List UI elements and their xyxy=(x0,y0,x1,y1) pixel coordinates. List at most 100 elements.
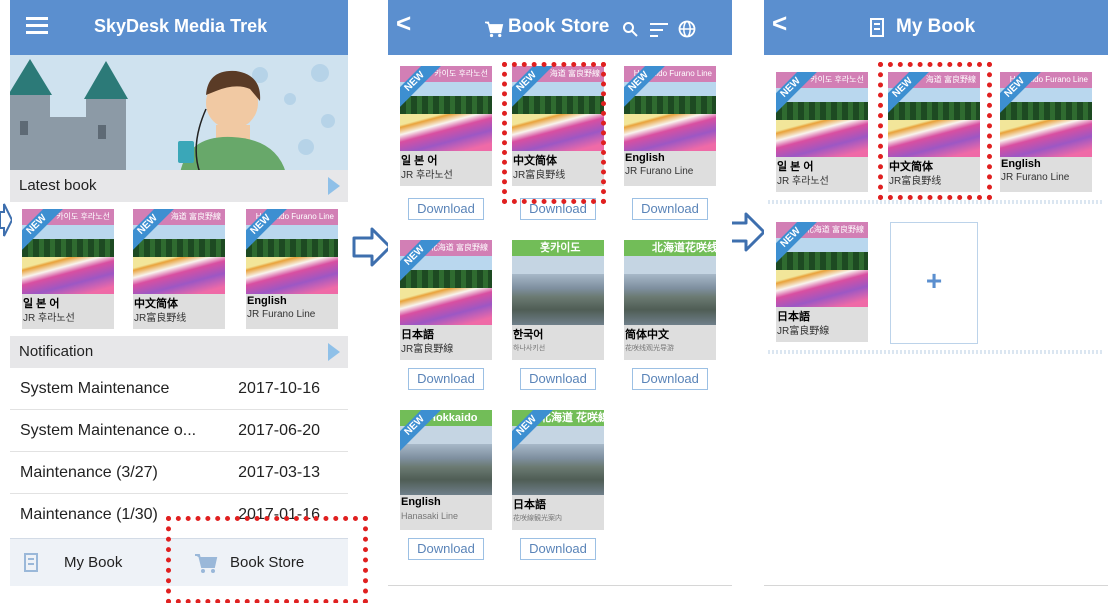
store-book-korean[interactable]: 카이도 후라노선 NEW 일 본 어 JR 후라노선 xyxy=(400,66,492,186)
book-cover-image: 카이도 후라노선 NEW xyxy=(22,209,114,294)
book-cover-image: Hokkaido NEW xyxy=(400,410,492,495)
book-subtitle: JR富良野线 xyxy=(134,313,187,324)
book-cover-image: Hokkaido Furano Line NEW xyxy=(1000,72,1092,157)
book-cover-image: Hokkaido Furano Line NEW xyxy=(624,66,716,151)
notification-title: System Maintenance xyxy=(20,380,170,397)
cover-title: 北海道花咲线 xyxy=(624,240,716,256)
app-header: SkyDesk Media Trek xyxy=(10,0,348,55)
notification-row[interactable]: System Maintenance o... 2017-06-20 xyxy=(10,410,348,452)
add-book-button[interactable]: + xyxy=(890,222,978,344)
book-store-tab-highlight xyxy=(166,516,368,603)
book-title: English xyxy=(625,152,665,164)
notification-title: Maintenance (1/30) xyxy=(20,506,158,523)
illustration-image xyxy=(10,55,348,173)
book-subtitle: JR 후라노선 xyxy=(777,176,829,187)
book-subtitle: JR 후라노선 xyxy=(401,170,453,181)
selected-book-highlight xyxy=(502,62,606,204)
store-book-japanese-hanasaki[interactable]: 北海道 花咲線 NEW 日本語 花咲線観光案内 xyxy=(512,410,604,530)
notification-date: 2017-06-20 xyxy=(238,422,320,439)
plus-icon: + xyxy=(925,265,943,296)
back-icon[interactable]: < xyxy=(396,10,411,36)
store-book-english[interactable]: Hokkaido Furano Line NEW English JR Furan… xyxy=(624,66,716,186)
book-cover-image: 北海道 花咲線 NEW xyxy=(512,410,604,495)
download-button[interactable]: Download xyxy=(408,368,484,390)
globe-icon[interactable] xyxy=(678,20,696,38)
store-book-japanese[interactable]: 北海道 富良野線 NEW 日本語 JR富良野線 xyxy=(400,240,492,360)
book-subtitle: JR Furano Line xyxy=(1001,172,1070,183)
book-title: 日本語 xyxy=(513,499,546,511)
back-icon[interactable]: < xyxy=(772,10,787,36)
book-cover-image: 카이도 후라노선 NEW xyxy=(400,66,492,151)
book-cover-image: 海道 富良野線 NEW xyxy=(133,209,225,294)
arrow-right-icon xyxy=(0,203,12,237)
book-icon xyxy=(24,553,38,572)
download-button[interactable]: Download xyxy=(408,538,484,560)
store-book-chinese-hanasaki[interactable]: 北海道花咲线 简体中文 花咲线观光导游 xyxy=(624,240,716,360)
notification-header[interactable]: Notification xyxy=(10,336,348,368)
menu-icon[interactable] xyxy=(26,17,48,35)
book-subtitle: JR 후라노선 xyxy=(23,313,75,324)
tab-my-book-label: My Book xyxy=(64,554,123,571)
notification-title: System Maintenance o... xyxy=(20,422,197,439)
latest-book-label: Latest book xyxy=(19,177,97,194)
book-store-title: Book Store xyxy=(508,16,610,37)
shelf-divider xyxy=(768,200,1104,204)
shelf-divider xyxy=(768,350,1104,354)
notification-date: 2017-03-13 xyxy=(238,464,320,481)
book-subtitle: 하나사키선 xyxy=(513,345,546,352)
download-button[interactable]: Download xyxy=(632,368,708,390)
search-icon[interactable] xyxy=(622,21,638,37)
book-subtitle: Hanasaki Line xyxy=(401,511,459,521)
chevron-right-icon[interactable] xyxy=(328,177,340,195)
my-book-header: < My Book xyxy=(764,0,1108,55)
book-icon xyxy=(870,18,884,37)
book-title: English xyxy=(247,295,287,307)
book-subtitle: JR富良野線 xyxy=(401,344,454,355)
latest-book-chinese[interactable]: 海道 富良野線 NEW 中文简体 JR富良野线 xyxy=(133,209,225,329)
notification-date: 2017-10-16 xyxy=(238,380,320,397)
download-button[interactable]: Download xyxy=(520,368,596,390)
arrow-right-icon xyxy=(726,212,766,252)
book-subtitle: JR Furano Line xyxy=(247,309,316,320)
app-title: SkyDesk Media Trek xyxy=(94,16,268,36)
notification-label: Notification xyxy=(19,343,94,360)
book-cover-image: 홋카이도 xyxy=(512,240,604,325)
book-cover-image: 北海道 富良野線 NEW xyxy=(776,222,868,307)
book-cover-image: Hokkaido Furano Line NEW xyxy=(246,209,338,294)
my-book-title: My Book xyxy=(896,16,976,37)
my-book-japanese[interactable]: 北海道 富良野線 NEW 日本語 JR富良野線 xyxy=(776,222,868,342)
download-button[interactable]: Download xyxy=(632,198,708,220)
notification-title: Maintenance (3/27) xyxy=(20,464,158,481)
download-button[interactable]: Download xyxy=(520,538,596,560)
book-subtitle: JR富良野線 xyxy=(777,326,830,337)
cover-title: 홋카이도 xyxy=(512,240,604,256)
arrow-right-icon xyxy=(352,227,392,267)
book-title: 简体中文 xyxy=(625,329,669,341)
book-title: 한국어 xyxy=(513,329,544,341)
my-book-english[interactable]: Hokkaido Furano Line NEW English JR Furan… xyxy=(1000,72,1092,192)
book-subtitle: JR Furano Line xyxy=(625,166,694,177)
book-title: English xyxy=(401,496,441,508)
store-book-english-hanasaki[interactable]: Hokkaido NEW English Hanasaki Line xyxy=(400,410,492,530)
divider xyxy=(764,585,1108,586)
book-cover-image: 北海道花咲线 xyxy=(624,240,716,325)
downloaded-book-highlight xyxy=(878,62,992,200)
download-button[interactable]: Download xyxy=(408,198,484,220)
notification-row[interactable]: System Maintenance 2017-10-16 xyxy=(10,368,348,410)
book-cover-image: 北海道 富良野線 NEW xyxy=(400,240,492,325)
home-screen: SkyDesk Media Trek Latest book 카이도 후라노선 … xyxy=(10,0,348,603)
book-subtitle: 花咲線観光案内 xyxy=(513,515,562,522)
book-store-header: < Book Store xyxy=(388,0,732,55)
tab-my-book[interactable]: My Book xyxy=(10,539,170,587)
latest-book-korean[interactable]: 카이도 후라노선 NEW 일 본 어 JR 후라노선 xyxy=(22,209,114,329)
my-book-korean[interactable]: 카이도 후라노선 NEW 일 본 어 JR 후라노선 xyxy=(776,72,868,192)
book-title: English xyxy=(1001,158,1041,170)
chevron-right-icon[interactable] xyxy=(328,343,340,361)
latest-book-english[interactable]: Hokkaido Furano Line NEW English JR Fura… xyxy=(246,209,338,329)
sort-icon[interactable] xyxy=(650,23,668,37)
latest-book-header[interactable]: Latest book xyxy=(10,170,348,202)
hero-banner-image xyxy=(10,55,348,173)
notification-row[interactable]: Maintenance (3/27) 2017-03-13 xyxy=(10,452,348,494)
store-book-korean-hanasaki[interactable]: 홋카이도 한국어 하나사키선 xyxy=(512,240,604,360)
cart-icon xyxy=(485,21,504,38)
